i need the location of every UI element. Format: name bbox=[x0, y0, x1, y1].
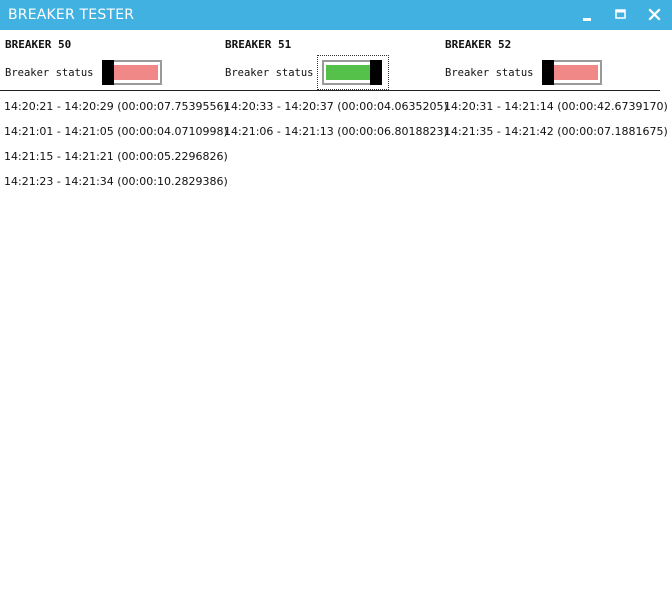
header-divider bbox=[0, 90, 660, 91]
title-bar[interactable]: BREAKER TESTER bbox=[0, 0, 672, 30]
toggle-knob bbox=[542, 60, 554, 85]
breaker-panel-50: BREAKER 50 Breaker status bbox=[0, 30, 220, 92]
maximize-button[interactable] bbox=[606, 0, 636, 30]
breaker-log-50: 14:20:21 - 14:20:29 (00:00:07.7539556) 1… bbox=[4, 99, 228, 199]
close-icon bbox=[648, 8, 661, 21]
maximize-icon bbox=[615, 9, 626, 19]
breaker-name: BREAKER 51 bbox=[225, 38, 292, 51]
log-entry: 14:21:01 - 14:21:05 (00:00:04.0710998) bbox=[4, 125, 228, 138]
window-title: BREAKER TESTER bbox=[8, 7, 135, 23]
breaker-status-label: Breaker status bbox=[225, 67, 314, 79]
toggle-knob bbox=[102, 60, 114, 85]
breaker-log-51: 14:20:33 - 14:20:37 (00:00:04.0635205) 1… bbox=[224, 99, 448, 149]
breaker-status-toggle[interactable] bbox=[102, 60, 162, 85]
breaker-status-label: Breaker status bbox=[5, 67, 94, 79]
breaker-panel-52: BREAKER 52 Breaker status bbox=[440, 30, 660, 92]
toggle-fill bbox=[326, 65, 370, 80]
log-entry: 14:21:35 - 14:21:42 (00:00:07.1881675) bbox=[444, 125, 668, 138]
log-entry: 14:20:21 - 14:20:29 (00:00:07.7539556) bbox=[4, 100, 228, 113]
log-entry: 14:20:33 - 14:20:37 (00:00:04.0635205) bbox=[224, 100, 448, 113]
breaker-log-52: 14:20:31 - 14:21:14 (00:00:42.6739170) 1… bbox=[444, 99, 668, 149]
breaker-status-toggle[interactable] bbox=[322, 60, 382, 85]
log-entry: 14:21:15 - 14:21:21 (00:00:05.2296826) bbox=[4, 150, 228, 163]
close-button[interactable] bbox=[640, 0, 670, 30]
log-entry: 14:21:06 - 14:21:13 (00:00:06.8018823) bbox=[224, 125, 448, 138]
log-entry: 14:20:31 - 14:21:14 (00:00:42.6739170) bbox=[444, 100, 668, 113]
breaker-status-toggle[interactable] bbox=[542, 60, 602, 85]
log-entry: 14:21:23 - 14:21:34 (00:00:10.2829386) bbox=[4, 175, 228, 188]
breaker-name: BREAKER 50 bbox=[5, 38, 72, 51]
toggle-fill bbox=[114, 65, 158, 80]
toggle-fill bbox=[554, 65, 598, 80]
toggle-knob bbox=[370, 60, 382, 85]
minimize-button[interactable] bbox=[573, 0, 603, 30]
breaker-name: BREAKER 52 bbox=[445, 38, 512, 51]
minimize-icon bbox=[583, 18, 591, 21]
breaker-panel-51: BREAKER 51 Breaker status bbox=[220, 30, 440, 92]
breaker-status-label: Breaker status bbox=[445, 67, 534, 79]
